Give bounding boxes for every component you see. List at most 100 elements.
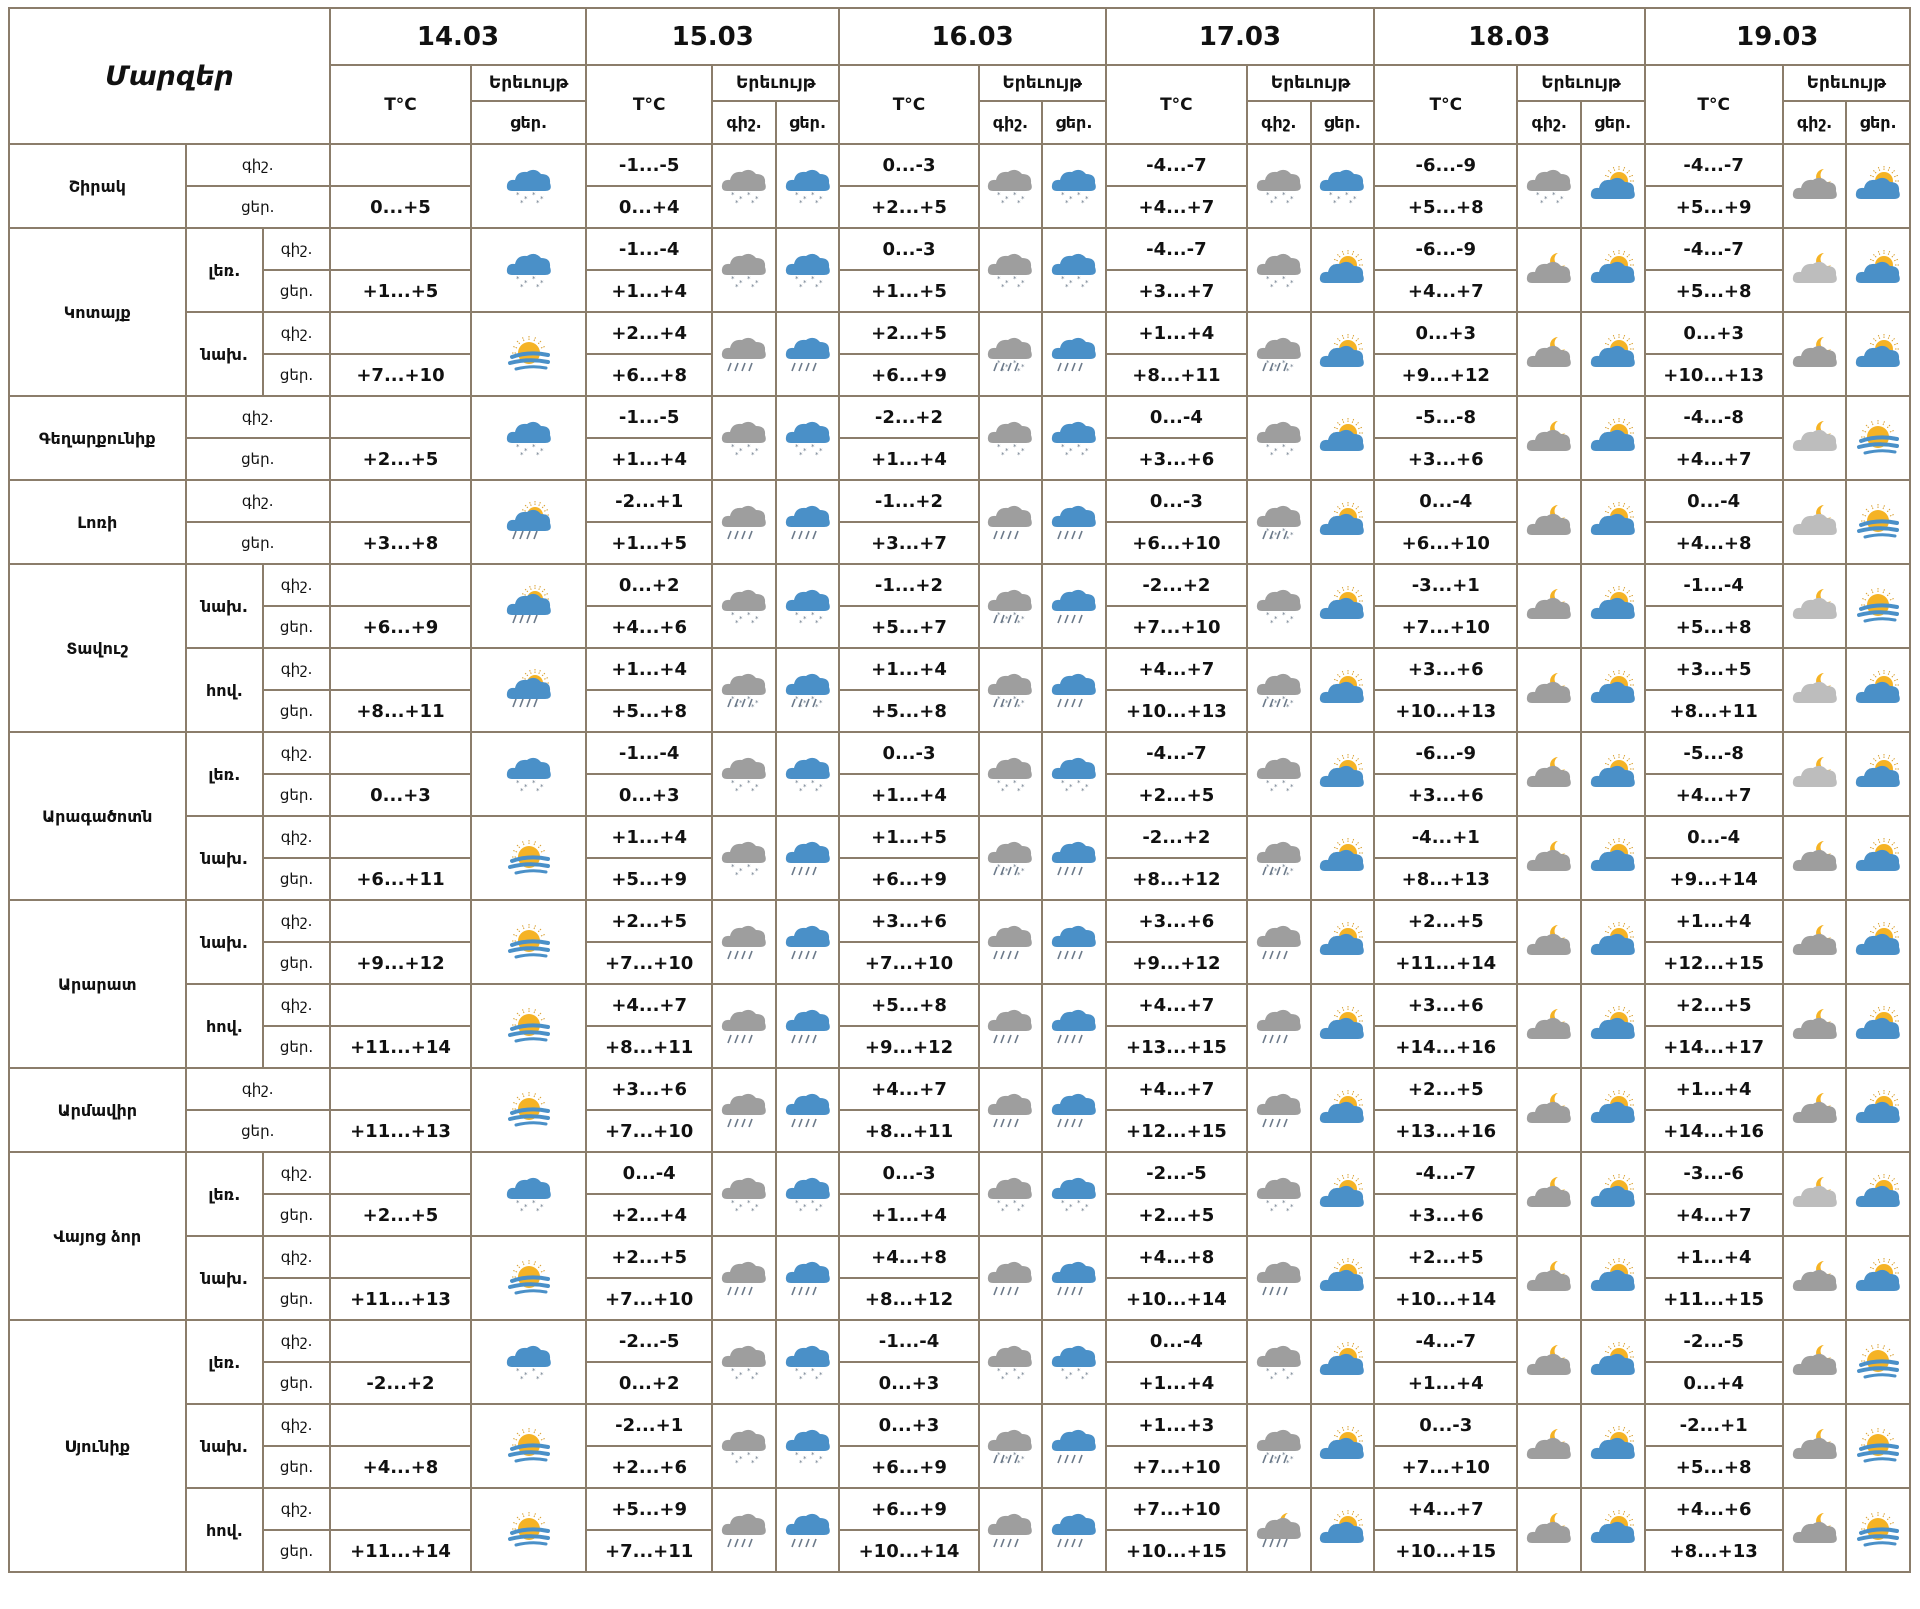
- period-header-night: գիշ.: [711, 100, 777, 145]
- weather-cell: * * * * * *: [1246, 647, 1312, 733]
- period-header-day: ցեր.: [1041, 100, 1107, 145]
- temperature-cell: +7...+10: [585, 941, 714, 985]
- partly-sunny-cloud-icon: [1315, 1507, 1369, 1553]
- weather-cell: [1041, 311, 1107, 397]
- temperature-cell: +14...+16: [1643, 1109, 1784, 1153]
- subregion-name: հով.: [184, 647, 265, 733]
- partly-sunny-cloud-icon: [1586, 1507, 1640, 1553]
- partly-sunny-cloud-icon: [1586, 583, 1640, 629]
- gray-rain-cloud-icon: [1252, 1255, 1306, 1301]
- svg-text:*: *: [1286, 1207, 1290, 1215]
- svg-text:*: *: [731, 611, 735, 619]
- weather-cell: [1041, 1067, 1107, 1153]
- temperature-cell: +4...+7: [1373, 1487, 1519, 1531]
- weather-cell: * * * * * *: [774, 1319, 841, 1405]
- weather-cell: * * * * * *: [1246, 1319, 1312, 1405]
- gray-snow-cloud-icon: * * * * * *: [717, 1423, 771, 1469]
- svg-text:*: *: [997, 191, 1001, 199]
- gray-sleet-cloud-icon: * * * * * *: [1252, 835, 1306, 881]
- period-label: գիշ.: [262, 311, 331, 355]
- svg-text:*: *: [755, 1371, 759, 1379]
- svg-text:*: *: [997, 779, 1001, 787]
- weather-cell: [1516, 647, 1582, 733]
- svg-text:*: *: [1021, 1371, 1025, 1379]
- blue-snow-cloud-icon: * * * * * *: [781, 1423, 835, 1469]
- svg-text:*: *: [1282, 275, 1286, 283]
- weather-cell: * * * * * *: [977, 563, 1044, 649]
- svg-text:*: *: [1274, 1455, 1278, 1463]
- weather-cell: [1579, 143, 1646, 229]
- weather-cell: [1845, 227, 1911, 313]
- svg-text:*: *: [1286, 871, 1290, 879]
- temperature-cell: -6...-9: [1373, 731, 1519, 775]
- weather-cell: * * * * * *: [774, 1151, 841, 1237]
- blue-rain-cloud-icon: [781, 835, 835, 881]
- temperature-cell: +8...+11: [838, 1109, 980, 1153]
- partly-sunny-cloud-icon: [1586, 1423, 1640, 1469]
- weather-cell: [1579, 1151, 1646, 1237]
- svg-text:*: *: [1290, 1203, 1294, 1211]
- svg-text:*: *: [524, 783, 528, 791]
- weather-cell: [711, 1487, 777, 1573]
- table-header: Մարզեր 14.03 15.03 16.03 17.03 18.03 19.03 T°C Ե…: [8, 7, 1912, 145]
- weather-cell: [1246, 1235, 1312, 1321]
- svg-text:*: *: [1065, 787, 1069, 795]
- svg-text:*: *: [520, 1207, 524, 1215]
- light-moon-cloud-icon: [1788, 247, 1842, 293]
- regions-header: Մարզեր: [8, 7, 331, 145]
- period-label: գիշ.: [262, 1151, 331, 1195]
- temperature-cell: +3...+6: [1373, 437, 1519, 481]
- svg-text:*: *: [1085, 447, 1089, 455]
- svg-text:*: *: [815, 619, 819, 627]
- blue-rain-cloud-icon: [1047, 583, 1101, 629]
- svg-text:*: *: [1061, 275, 1065, 283]
- blue-snow-cloud-icon: * * * * * *: [502, 1171, 556, 1217]
- svg-text:*: *: [1081, 1207, 1085, 1215]
- temperature-cell: +2...+5: [1104, 1193, 1249, 1237]
- temperature-cell: [328, 1235, 473, 1279]
- subregion-name: նախ.: [184, 1235, 265, 1321]
- svg-text:*: *: [520, 787, 524, 795]
- weather-cell: [1516, 311, 1582, 397]
- svg-text:*: *: [516, 443, 520, 451]
- weather-cell: [711, 899, 777, 985]
- svg-text:*: *: [1290, 531, 1294, 539]
- weather-cell: * * * * * *: [977, 311, 1044, 397]
- svg-text:*: *: [747, 1367, 751, 1375]
- svg-text:*: *: [1069, 447, 1073, 455]
- temperature-cell: +4...+7: [1104, 647, 1249, 691]
- weather-cell: [1845, 1235, 1911, 1321]
- svg-text:*: *: [1556, 199, 1560, 207]
- svg-text:*: *: [1061, 443, 1065, 451]
- weather-cell: [1309, 1151, 1376, 1237]
- blue-snow-cloud-icon: * * * * * *: [502, 247, 556, 293]
- temperature-cell: +8...+11: [585, 1025, 714, 1069]
- gray-moon-cloud-icon: [1522, 1507, 1576, 1553]
- weather-cell: [1579, 563, 1646, 649]
- weather-cell: * * * * * *: [774, 227, 841, 313]
- weather-cell: * * * * * *: [977, 1319, 1044, 1405]
- weather-cell: [1781, 143, 1848, 229]
- date-header: 18.03: [1373, 7, 1646, 66]
- partly-sunny-cloud-icon: [1851, 1255, 1905, 1301]
- gray-snow-cloud-icon: * * * * * *: [983, 1171, 1037, 1217]
- svg-text:*: *: [516, 275, 520, 283]
- svg-text:*: *: [1001, 1375, 1005, 1383]
- partly-sunny-cloud-icon: [1586, 331, 1640, 377]
- svg-text:*: *: [997, 695, 1001, 703]
- gray-rain-cloud-icon: [717, 1255, 771, 1301]
- gray-moon-rain-cloud-icon: [1252, 1507, 1306, 1553]
- weather-cell: [1516, 395, 1582, 481]
- weather-cell: * * * * * *: [977, 143, 1044, 229]
- temperature-cell: 0...-3: [838, 731, 980, 775]
- period-header-day: ցեր.: [470, 100, 588, 145]
- svg-text:*: *: [1270, 535, 1274, 543]
- svg-text:*: *: [731, 1451, 735, 1459]
- temperature-cell: +3...+6: [1373, 647, 1519, 691]
- svg-text:*: *: [803, 1371, 807, 1379]
- temperature-cell: 0...-4: [1643, 815, 1784, 859]
- svg-text:*: *: [815, 199, 819, 207]
- gray-moon-cloud-icon: [1522, 1339, 1576, 1385]
- temperature-cell: +2...+4: [585, 311, 714, 355]
- svg-text:*: *: [1282, 1367, 1286, 1375]
